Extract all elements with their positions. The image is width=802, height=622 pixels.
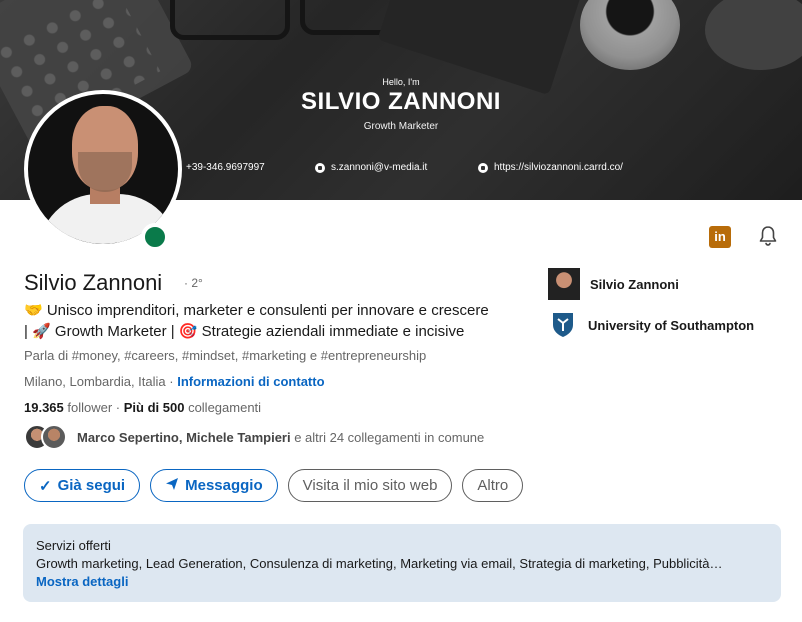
profile-card: Hello, I'm SILVIO ZANNONI Growth Markete… — [0, 0, 802, 622]
university-crest-icon — [548, 309, 578, 341]
follower-count: 19.365 — [24, 400, 64, 415]
message-button[interactable]: Messaggio — [150, 469, 278, 502]
following-button[interactable]: ✓ Già segui — [24, 469, 141, 502]
services-list: Growth marketing, Lead Generation, Consu… — [36, 556, 723, 571]
services-title: Servizi offerti — [36, 538, 111, 553]
connection-count[interactable]: Più di 500 — [124, 400, 185, 415]
more-button[interactable]: Altro — [462, 469, 524, 502]
profile-topics: Parla di #money, #careers, #mindset, #ma… — [24, 348, 427, 363]
email-icon — [315, 162, 325, 173]
send-icon — [165, 477, 179, 495]
banner-phone: +39-346.9697997 — [186, 162, 265, 173]
profile-headline: 🤝 Unisco imprenditori, marketer e consul… — [24, 302, 489, 340]
education[interactable]: University of Southampton — [548, 309, 754, 341]
profile-actions: ✓ Già segui Messaggio Visita il mio sito… — [24, 469, 524, 502]
current-company[interactable]: Silvio Zannoni — [548, 268, 679, 300]
banner-email: s.zannoni@v-media.it — [315, 162, 427, 173]
banner-greeting: Hello, I'm — [382, 77, 420, 87]
connection-degree: · 2° — [184, 276, 203, 290]
online-status-indicator — [141, 223, 169, 251]
avatar — [41, 424, 67, 450]
linkedin-icon[interactable]: in — [709, 226, 731, 248]
mutual-connections[interactable]: Marco Sepertino, Michele Tampieri e altr… — [24, 424, 484, 450]
profile-location: Milano, Lombardia, Italia · Informazioni… — [24, 374, 325, 389]
banner-website: https://silviozannoni.carrd.co/ — [478, 162, 623, 173]
company-logo — [548, 268, 580, 300]
services-panel: Servizi offerti Growth marketing, Lead G… — [23, 524, 781, 602]
visit-website-button[interactable]: Visita il mio sito web — [287, 469, 453, 502]
show-details-link[interactable]: Mostra dettagli — [36, 574, 768, 589]
profile-name: Silvio Zannoni — [24, 270, 163, 295]
contact-info-link[interactable]: Informazioni di contatto — [177, 374, 324, 389]
profile-stats: 19.365 follower · Più di 500 collegament… — [24, 400, 262, 415]
bell-icon[interactable] — [756, 224, 780, 248]
check-icon: ✓ — [39, 477, 52, 495]
globe-icon — [478, 162, 488, 173]
